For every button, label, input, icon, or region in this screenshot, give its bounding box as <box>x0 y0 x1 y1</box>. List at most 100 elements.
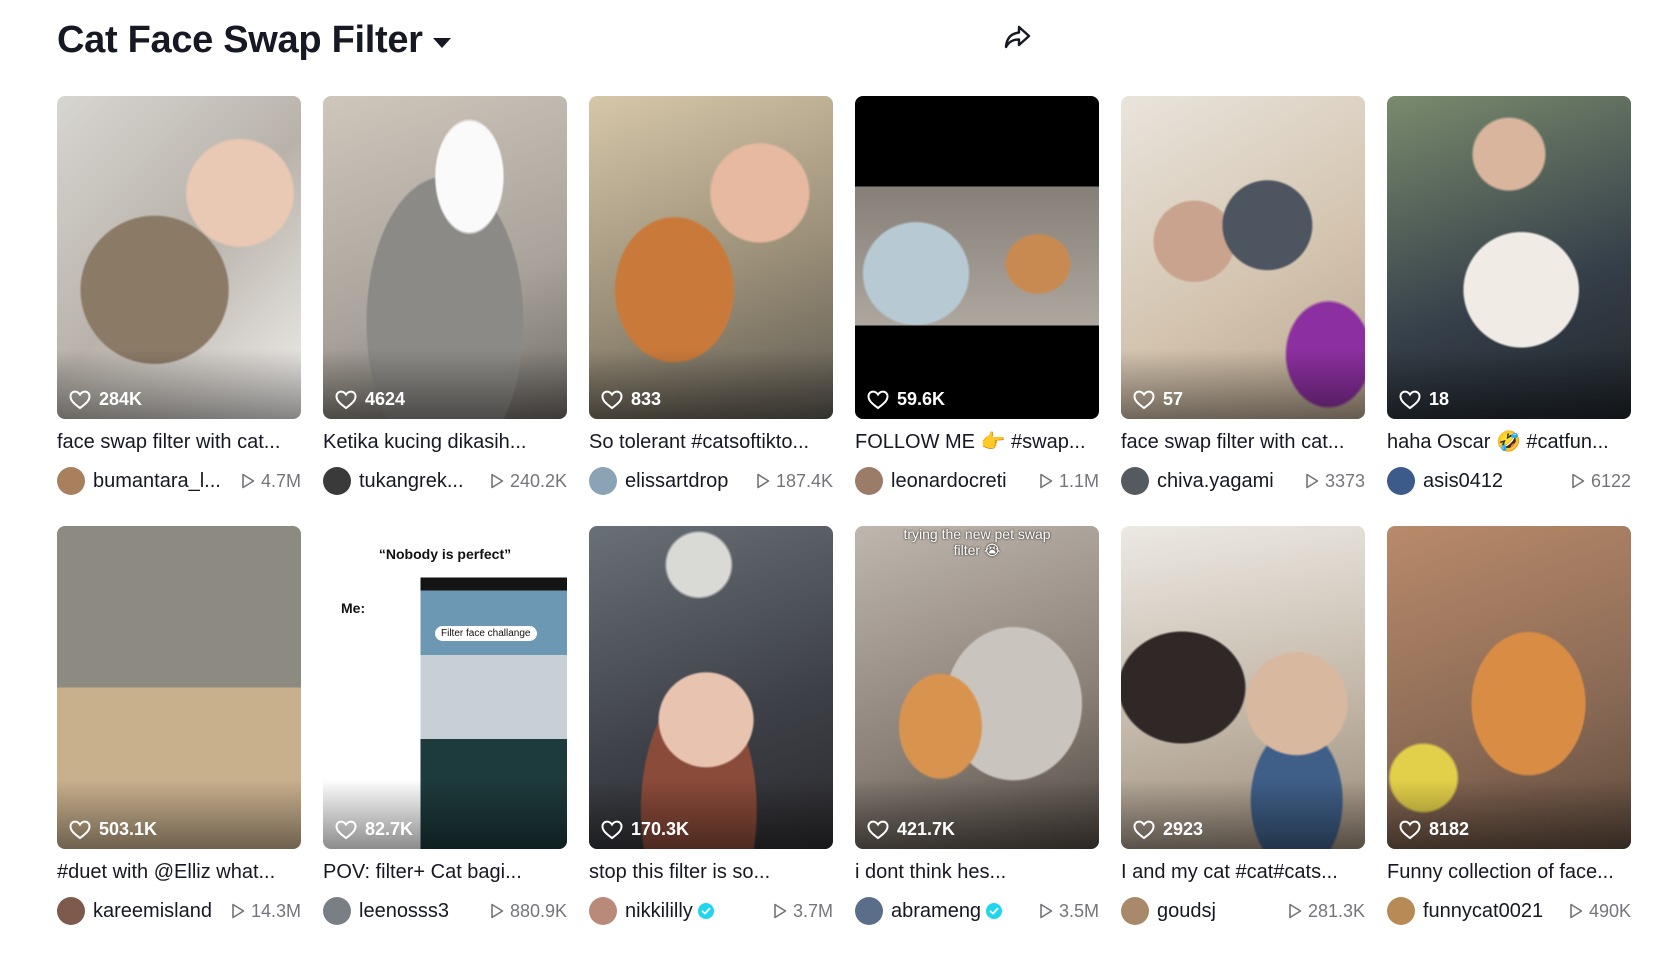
author-name[interactable]: funnycat0021 <box>1423 900 1543 923</box>
heart-icon <box>601 820 623 839</box>
author-link[interactable]: goudsj <box>1121 897 1216 925</box>
author-link[interactable]: asis0412 <box>1387 467 1503 495</box>
video-thumbnail[interactable]: 18 <box>1387 96 1631 419</box>
author-link[interactable]: kareemisland <box>57 897 212 925</box>
video-caption[interactable]: POV: filter+ Cat bagi... <box>323 859 567 885</box>
video-thumbnail[interactable]: 4624 <box>323 96 567 419</box>
heart-icon <box>1399 390 1421 409</box>
author-link[interactable]: nikkililly <box>589 897 714 925</box>
video-caption[interactable]: I and my cat #cat#cats... <box>1121 859 1365 885</box>
like-count-value: 4624 <box>365 389 406 409</box>
heart-icon <box>1133 390 1155 409</box>
play-icon <box>1570 903 1583 919</box>
video-caption[interactable]: So tolerant #catsoftikto... <box>589 429 833 455</box>
view-count: 3.7M <box>773 901 833 922</box>
view-count: 3373 <box>1305 471 1365 492</box>
author-name[interactable]: bumantara_l... <box>93 470 221 493</box>
video-caption[interactable]: #duet with @Elliz what... <box>57 859 301 885</box>
video-card[interactable]: 284K face swap filter with cat... bumant… <box>57 96 301 508</box>
video-card[interactable]: 170.3K stop this filter is so... nikkili… <box>589 526 833 938</box>
like-count: 59.6K <box>867 389 945 410</box>
video-thumbnail[interactable]: 2923 <box>1121 526 1365 849</box>
play-icon <box>491 473 504 489</box>
avatar[interactable] <box>323 897 351 925</box>
video-thumbnail[interactable]: trying the new pet swap filter 😭 421.7K <box>855 526 1099 849</box>
author-name[interactable]: leonardocreti <box>891 470 1007 493</box>
heart-icon <box>335 820 357 839</box>
author-link[interactable]: chiva.yagami <box>1121 467 1274 495</box>
video-card[interactable]: 57 face swap filter with cat... chiva.ya… <box>1121 96 1365 508</box>
author-link[interactable]: bumantara_l... <box>57 467 221 495</box>
video-thumbnail[interactable]: 170.3K <box>589 526 833 849</box>
author-link[interactable]: leonardocreti <box>855 467 1007 495</box>
video-caption[interactable]: haha Oscar 🤣 #catfun... <box>1387 429 1631 455</box>
avatar[interactable] <box>589 897 617 925</box>
author-link[interactable]: tukangrek... <box>323 467 464 495</box>
avatar[interactable] <box>1121 467 1149 495</box>
author-name[interactable]: elissartdrop <box>625 470 728 493</box>
author-name[interactable]: chiva.yagami <box>1157 470 1274 493</box>
like-count-value: 170.3K <box>631 819 690 839</box>
video-caption[interactable]: Funny collection of face... <box>1387 859 1631 885</box>
chevron-down-icon[interactable] <box>432 38 451 48</box>
video-thumbnail[interactable]: 8182 <box>1387 526 1631 849</box>
video-card[interactable]: 8182 Funny collection of face... funnyca… <box>1387 526 1631 938</box>
video-card[interactable]: 4624 Ketika kucing dikasih... tukangrek.… <box>323 96 567 508</box>
author-link[interactable]: leenosss3 <box>323 897 449 925</box>
play-icon <box>1306 473 1319 489</box>
author-name[interactable]: goudsj <box>1157 900 1216 923</box>
avatar[interactable] <box>855 467 883 495</box>
avatar[interactable] <box>323 467 351 495</box>
author-name[interactable]: abrameng <box>891 900 981 923</box>
thumb-overlay-text: trying the new pet swap filter 😭 <box>903 526 1051 558</box>
avatar[interactable] <box>1121 897 1149 925</box>
avatar[interactable] <box>57 897 85 925</box>
video-card[interactable]: 59.6K FOLLOW ME 👉 #swap... leonardocreti… <box>855 96 1099 508</box>
view-count: 4.7M <box>241 471 301 492</box>
video-card[interactable]: trying the new pet swap filter 😭 421.7K … <box>855 526 1099 938</box>
like-count: 284K <box>69 389 142 410</box>
avatar[interactable] <box>589 467 617 495</box>
like-count-value: 59.6K <box>897 389 946 409</box>
heart-icon <box>1399 820 1421 839</box>
author-link[interactable]: elissartdrop <box>589 467 728 495</box>
avatar[interactable] <box>57 467 85 495</box>
author-link[interactable]: abrameng <box>855 897 1003 925</box>
video-caption[interactable]: face swap filter with cat... <box>1121 429 1365 455</box>
avatar[interactable] <box>855 897 883 925</box>
video-card[interactable]: 503.1K #duet with @Elliz what... kareemi… <box>57 526 301 938</box>
thumb-me-text: Me: <box>341 600 366 616</box>
video-thumbnail[interactable]: 284K <box>57 96 301 419</box>
author-name[interactable]: tukangrek... <box>359 470 464 493</box>
play-icon <box>774 903 787 919</box>
video-caption[interactable]: stop this filter is so... <box>589 859 833 885</box>
share-arrow-icon[interactable] <box>1000 20 1034 54</box>
avatar[interactable] <box>1387 467 1415 495</box>
view-count: 187.4K <box>756 471 833 492</box>
author-link[interactable]: funnycat0021 <box>1387 897 1543 925</box>
author-name[interactable]: kareemisland <box>93 900 212 923</box>
video-caption[interactable]: face swap filter with cat... <box>57 429 301 455</box>
video-meta: goudsj 281.3K <box>1121 897 1365 925</box>
video-caption[interactable]: FOLLOW ME 👉 #swap... <box>855 429 1099 455</box>
author-name[interactable]: asis0412 <box>1423 470 1503 493</box>
video-thumbnail[interactable]: 59.6K <box>855 96 1099 419</box>
video-meta: leonardocreti 1.1M <box>855 467 1099 495</box>
author-name[interactable]: leenosss3 <box>359 900 449 923</box>
video-card[interactable]: 18 haha Oscar 🤣 #catfun... asis0412 6122 <box>1387 96 1631 508</box>
video-card[interactable]: 2923 I and my cat #cat#cats... goudsj 28… <box>1121 526 1365 938</box>
video-caption[interactable]: i dont think hes... <box>855 859 1099 885</box>
play-icon <box>232 903 245 919</box>
view-count-value: 240.2K <box>509 470 567 491</box>
avatar[interactable] <box>1387 897 1415 925</box>
video-thumbnail[interactable]: 833 <box>589 96 833 419</box>
video-card[interactable]: 833 So tolerant #catsoftikto... elissart… <box>589 96 833 508</box>
like-count-value: 2923 <box>1163 819 1204 839</box>
video-thumbnail[interactable]: 57 <box>1121 96 1365 419</box>
video-thumbnail[interactable]: “Nobody is perfect” Me: Filter face chal… <box>323 526 567 849</box>
video-thumbnail[interactable]: 503.1K <box>57 526 301 849</box>
author-name[interactable]: nikkililly <box>625 900 693 923</box>
video-caption[interactable]: Ketika kucing dikasih... <box>323 429 567 455</box>
video-card[interactable]: “Nobody is perfect” Me: Filter face chal… <box>323 526 567 938</box>
verified-badge-icon <box>986 903 1003 919</box>
